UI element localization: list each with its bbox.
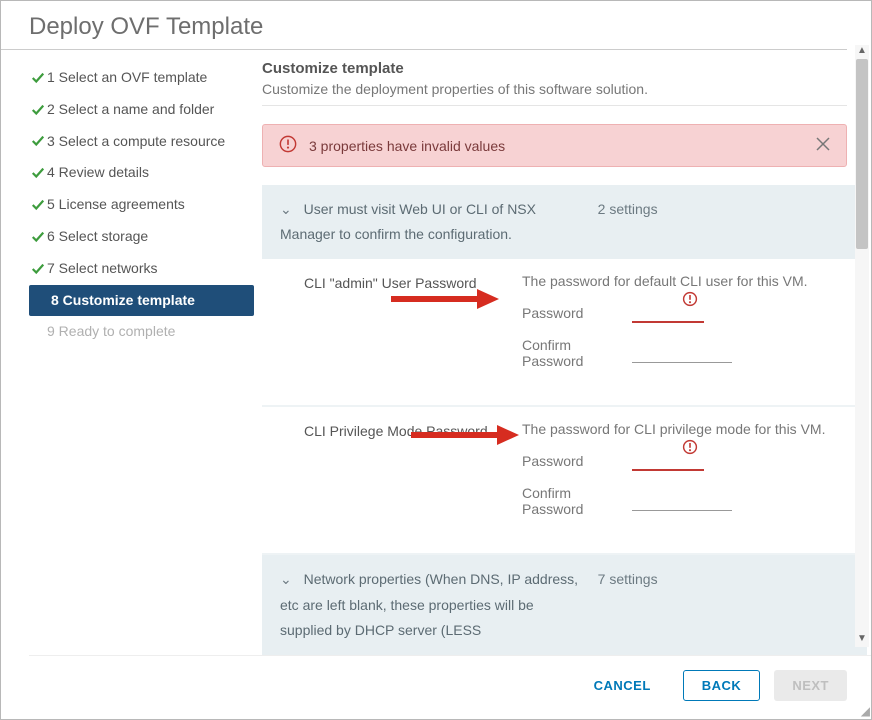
step-5[interactable]: 5 License agreements bbox=[29, 189, 254, 221]
section-meta: 7 settings bbox=[598, 567, 849, 643]
prop-name: CLI Privilege Mode Password bbox=[304, 421, 504, 531]
content-header: Customize template Customize the deploym… bbox=[262, 60, 847, 106]
wizard-steps: 1 Select an OVF template 2 Select a name… bbox=[29, 50, 254, 655]
step-1[interactable]: 1 Select an OVF template bbox=[29, 62, 254, 94]
admin-password-confirm-input[interactable] bbox=[632, 343, 732, 363]
step-label: 3 Select a compute resource bbox=[47, 130, 225, 154]
section-user-config[interactable]: ⌄ User must visit Web UI or CLI of NSX M… bbox=[262, 185, 867, 259]
alert-close-icon[interactable] bbox=[816, 137, 830, 154]
check-icon bbox=[29, 166, 47, 180]
content-title: Customize template bbox=[262, 60, 847, 77]
check-icon bbox=[29, 134, 47, 148]
section-network-properties[interactable]: ⌄ Network properties (When DNS, IP addre… bbox=[262, 555, 867, 655]
properties-scroll: ⌄ User must visit Web UI or CLI of NSX M… bbox=[262, 185, 867, 655]
step-label: 8 Customize template bbox=[51, 289, 195, 313]
step-label: 6 Select storage bbox=[47, 225, 148, 249]
step-6[interactable]: 6 Select storage bbox=[29, 221, 254, 253]
content-subtitle: Customize the deployment properties of t… bbox=[262, 81, 847, 97]
alert-text: 3 properties have invalid values bbox=[309, 138, 505, 154]
prop-cli-admin-password: CLI "admin" User Password The password f… bbox=[262, 259, 867, 407]
resize-handle-icon[interactable]: ◢ bbox=[861, 704, 870, 718]
confirm-password-label: Confirm Password bbox=[522, 485, 612, 517]
prop-desc: The password for CLI privilege mode for … bbox=[522, 421, 849, 437]
password-label: Password bbox=[522, 453, 612, 469]
next-button: NEXT bbox=[774, 670, 847, 701]
chevron-down-icon: ⌄ bbox=[280, 567, 292, 592]
step-4[interactable]: 4 Review details bbox=[29, 157, 254, 189]
step-3[interactable]: 3 Select a compute resource bbox=[29, 126, 254, 158]
error-icon bbox=[682, 437, 698, 454]
step-label: 7 Select networks bbox=[47, 257, 158, 281]
scroll-up-icon[interactable]: ▲ bbox=[855, 50, 869, 59]
error-icon bbox=[682, 289, 698, 306]
step-label: 1 Select an OVF template bbox=[47, 66, 207, 90]
prop-desc: The password for default CLI user for th… bbox=[522, 273, 849, 289]
step-label: 2 Select a name and folder bbox=[47, 98, 214, 122]
scroll-down-icon[interactable]: ▼ bbox=[855, 633, 869, 647]
alert-icon bbox=[279, 135, 297, 156]
check-icon bbox=[29, 262, 47, 276]
step-2[interactable]: 2 Select a name and folder bbox=[29, 94, 254, 126]
step-label: 5 License agreements bbox=[47, 193, 185, 217]
section-title: User must visit Web UI or CLI of NSX Man… bbox=[280, 201, 536, 242]
dialog-footer: CANCEL BACK NEXT bbox=[29, 655, 871, 719]
section-title: Network properties (When DNS, IP address… bbox=[280, 571, 578, 637]
section-meta: 2 settings bbox=[598, 197, 849, 247]
step-label: 9 Ready to complete bbox=[47, 320, 175, 344]
step-9-disabled: 9 Ready to complete bbox=[29, 316, 254, 348]
check-icon bbox=[29, 103, 47, 117]
validation-alert: 3 properties have invalid values bbox=[262, 124, 847, 167]
step-8-active[interactable]: 8 Customize template bbox=[29, 285, 254, 317]
dialog-title: Deploy OVF Template bbox=[1, 1, 847, 50]
step-label: 4 Review details bbox=[47, 161, 149, 185]
scrollbar-thumb[interactable] bbox=[856, 59, 868, 249]
back-button[interactable]: BACK bbox=[683, 670, 761, 701]
step-7[interactable]: 7 Select networks bbox=[29, 253, 254, 285]
prop-cli-privilege-password: CLI Privilege Mode Password The password… bbox=[262, 407, 867, 555]
content-panel: Customize template Customize the deploym… bbox=[254, 50, 871, 655]
prop-name: CLI "admin" User Password bbox=[304, 273, 504, 383]
check-icon bbox=[29, 230, 47, 244]
confirm-password-label: Confirm Password bbox=[522, 337, 612, 369]
check-icon bbox=[29, 71, 47, 85]
cancel-button[interactable]: CANCEL bbox=[576, 670, 669, 701]
vertical-scrollbar[interactable]: ▲ ▼ bbox=[855, 59, 869, 633]
dialog-body: 1 Select an OVF template 2 Select a name… bbox=[1, 50, 871, 655]
priv-password-confirm-input[interactable] bbox=[632, 491, 732, 511]
password-label: Password bbox=[522, 305, 612, 321]
chevron-down-icon: ⌄ bbox=[280, 197, 292, 222]
ovf-deploy-dialog: Deploy OVF Template 1 Select an OVF temp… bbox=[0, 0, 872, 720]
check-icon bbox=[29, 198, 47, 212]
